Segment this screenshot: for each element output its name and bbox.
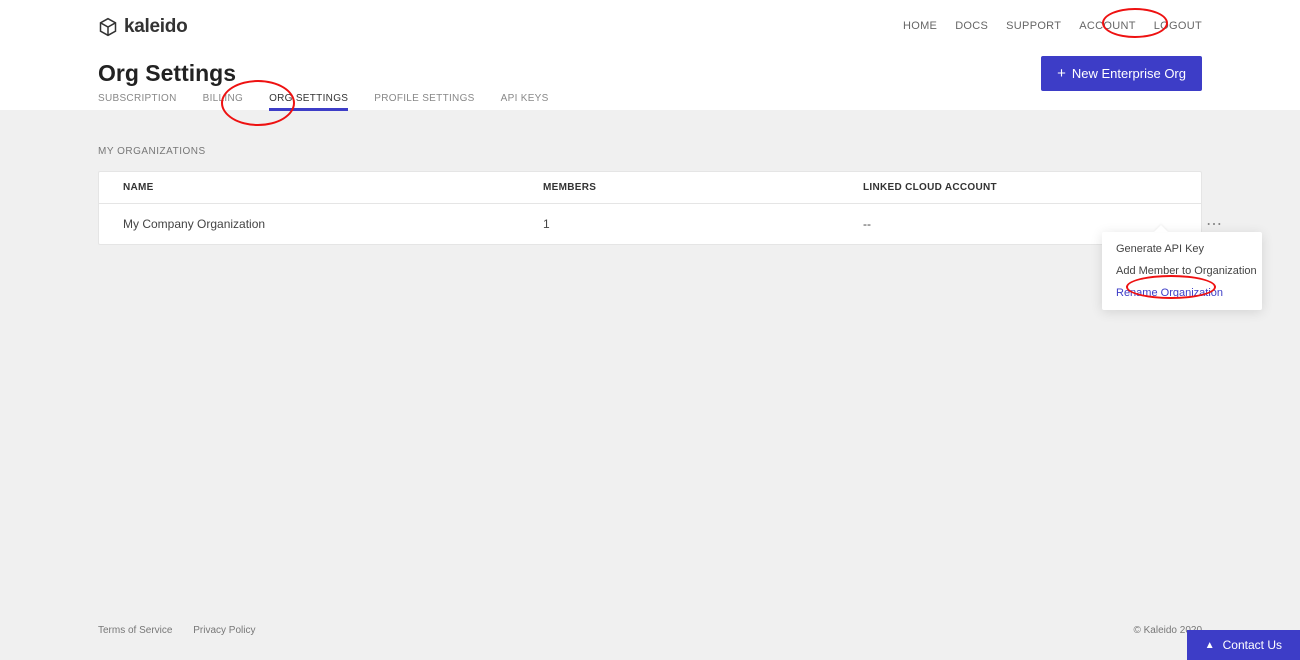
tab-billing[interactable]: BILLING: [203, 93, 243, 110]
row-actions-button[interactable]: ⋯: [1163, 214, 1223, 234]
topnav-support[interactable]: SUPPORT: [1006, 20, 1061, 32]
more-icon: ⋯: [1206, 216, 1223, 233]
top-bar: kaleido HOME DOCS SUPPORT ACCOUNT LOGOUT…: [0, 0, 1300, 110]
col-linked: LINKED CLOUD ACCOUNT: [863, 182, 1163, 193]
my-orgs-label: MY ORGANIZATIONS: [98, 146, 1202, 157]
tab-profile-settings[interactable]: PROFILE SETTINGS: [374, 93, 474, 110]
row-name: My Company Organization: [123, 217, 543, 231]
menu-rename-org[interactable]: Rename Organization: [1102, 282, 1262, 304]
table-row[interactable]: My Company Organization 1 -- ⋯: [99, 204, 1201, 244]
tab-api-keys[interactable]: API KEYS: [501, 93, 549, 110]
content-area: MY ORGANIZATIONS NAME MEMBERS LINKED CLO…: [98, 110, 1202, 245]
contact-us-button[interactable]: ▲ Contact Us: [1187, 630, 1300, 660]
contact-us-label: Contact Us: [1223, 638, 1282, 652]
logo-icon: [98, 17, 118, 37]
plus-icon: +: [1057, 65, 1066, 82]
new-enterprise-org-button[interactable]: + New Enterprise Org: [1041, 56, 1202, 91]
tab-org-settings[interactable]: ORG SETTINGS: [269, 93, 348, 110]
org-table: NAME MEMBERS LINKED CLOUD ACCOUNT My Com…: [98, 171, 1202, 245]
chevron-up-icon: ▲: [1205, 640, 1215, 651]
col-members: MEMBERS: [543, 182, 863, 193]
logo[interactable]: kaleido: [98, 16, 187, 38]
table-header: NAME MEMBERS LINKED CLOUD ACCOUNT: [99, 172, 1201, 204]
footer-privacy[interactable]: Privacy Policy: [193, 625, 255, 636]
menu-generate-api-key[interactable]: Generate API Key: [1102, 238, 1262, 260]
footer: Terms of Service Privacy Policy © Kaleid…: [0, 625, 1300, 636]
col-name: NAME: [123, 182, 543, 193]
top-nav: HOME DOCS SUPPORT ACCOUNT LOGOUT: [903, 20, 1202, 32]
row-members: 1: [543, 217, 863, 231]
topnav-logout[interactable]: LOGOUT: [1154, 20, 1202, 32]
topnav-docs[interactable]: DOCS: [955, 20, 988, 32]
row-actions-menu: Generate API Key Add Member to Organizat…: [1102, 232, 1262, 310]
logo-text: kaleido: [124, 16, 187, 38]
new-org-button-label: New Enterprise Org: [1072, 66, 1186, 81]
topnav-home[interactable]: HOME: [903, 20, 937, 32]
menu-add-member[interactable]: Add Member to Organization: [1102, 260, 1262, 282]
row-linked: --: [863, 217, 1163, 231]
topnav-account[interactable]: ACCOUNT: [1079, 20, 1136, 32]
tab-bar: SUBSCRIPTION BILLING ORG SETTINGS PROFIL…: [98, 93, 549, 110]
page-title: Org Settings: [98, 60, 236, 87]
tab-subscription[interactable]: SUBSCRIPTION: [98, 93, 177, 110]
footer-tos[interactable]: Terms of Service: [98, 625, 172, 636]
